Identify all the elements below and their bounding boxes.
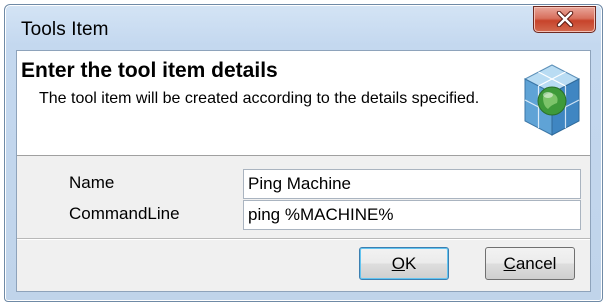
commandline-row: CommandLine	[17, 194, 590, 234]
header-description: The tool item will be created according …	[39, 90, 480, 107]
ok-accelerator: O	[391, 253, 405, 273]
cancel-label-rest: ancel	[515, 253, 557, 273]
name-label: Name	[69, 173, 115, 192]
cancel-button[interactable]: Cancel	[485, 247, 575, 280]
commandline-label: CommandLine	[69, 204, 180, 223]
commandline-input[interactable]	[243, 200, 581, 230]
tools-item-dialog: Tools Item Enter the tool item details T…	[4, 4, 603, 302]
ok-button[interactable]: OK	[359, 247, 449, 280]
window-title: Tools Item	[21, 19, 109, 40]
dialog-client-area: Enter the tool item details The tool ite…	[16, 50, 591, 292]
header-panel: Enter the tool item details The tool ite…	[17, 51, 590, 156]
close-button[interactable]	[533, 6, 596, 33]
ok-label-rest: K	[404, 253, 417, 273]
cancel-accelerator: C	[503, 253, 516, 273]
header-title: Enter the tool item details	[21, 59, 278, 82]
close-icon	[556, 11, 574, 27]
footer-separator	[17, 238, 590, 239]
title-bar[interactable]: Tools Item	[5, 5, 602, 51]
globe-cube-icon	[523, 64, 581, 136]
